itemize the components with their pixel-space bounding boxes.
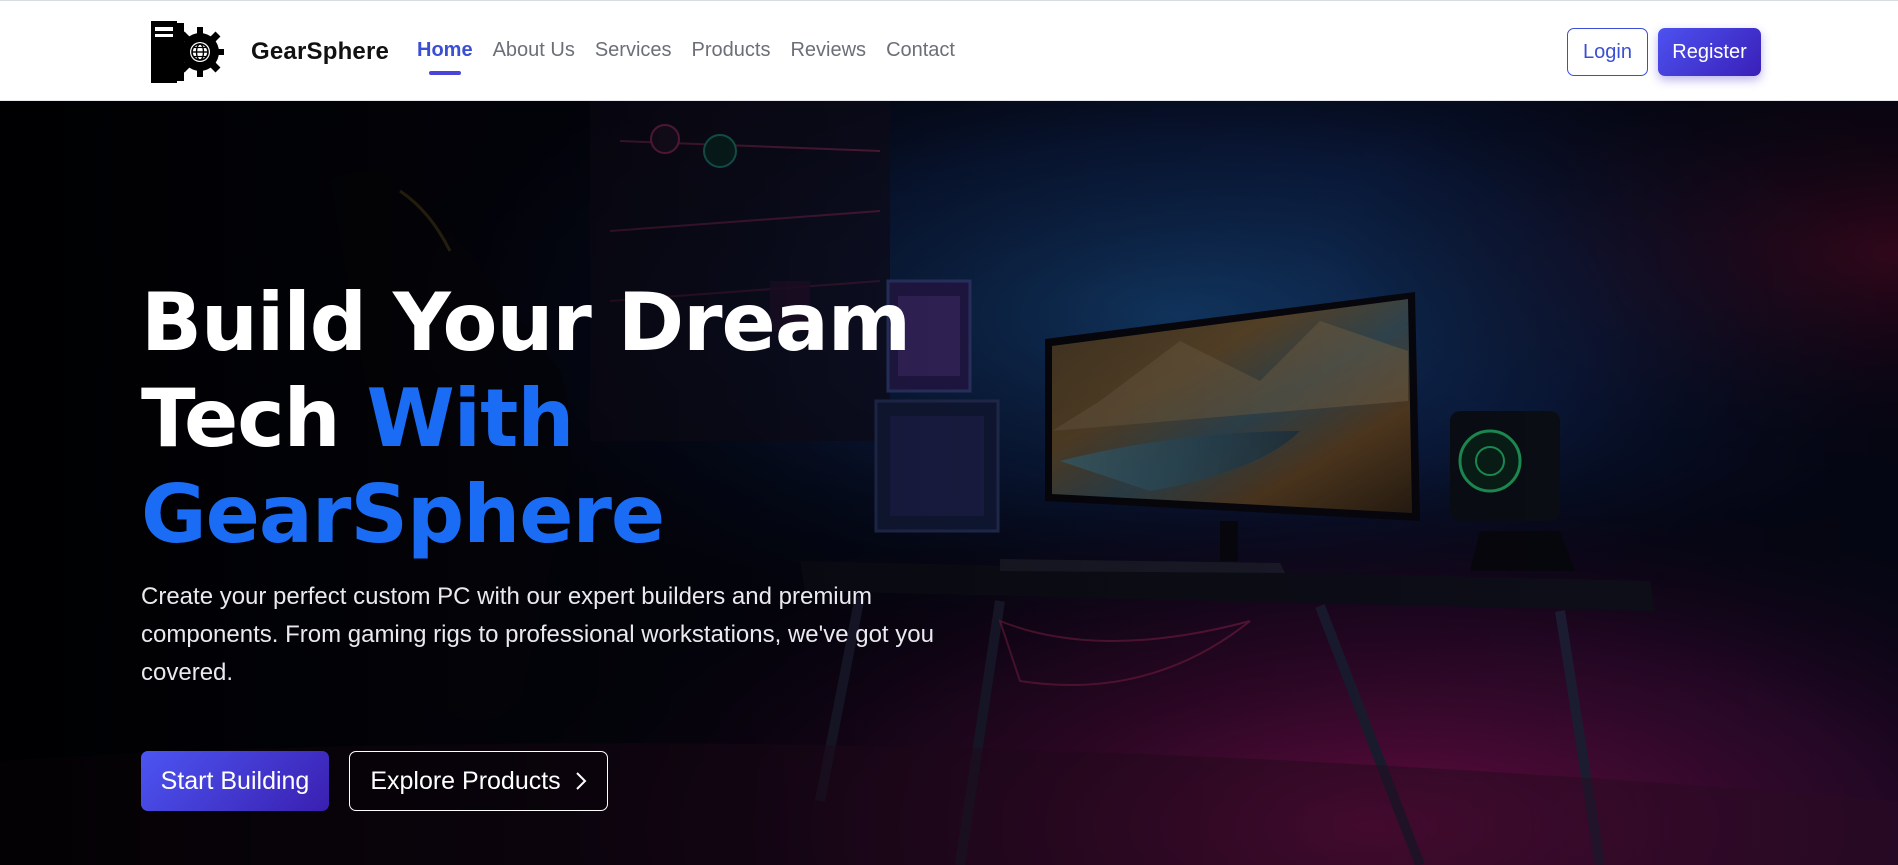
hero-title-line3-accent: GearSphere	[141, 468, 665, 561]
nav-reviews[interactable]: Reviews	[790, 39, 866, 62]
hero-title-line1: Build Your Dream	[141, 276, 911, 369]
active-nav-indicator	[429, 71, 461, 75]
explore-products-button[interactable]: Explore Products	[349, 751, 608, 811]
hero-section: Build Your Dream Tech With GearSphere Cr…	[0, 101, 1898, 865]
chevron-right-icon	[575, 772, 587, 790]
nav-services[interactable]: Services	[595, 39, 672, 62]
explore-products-label: Explore Products	[370, 766, 561, 795]
brand[interactable]: GearSphere	[150, 19, 389, 85]
nav-about-us[interactable]: About Us	[493, 39, 575, 62]
hero-title-line2-accent: With	[366, 372, 574, 465]
nav-products[interactable]: Products	[692, 39, 771, 62]
hero-description: Create your perfect custom PC with our e…	[141, 583, 934, 686]
nav-contact[interactable]: Contact	[886, 39, 955, 62]
register-button[interactable]: Register	[1658, 28, 1761, 76]
pc-tower-gear-globe-icon	[151, 21, 224, 83]
nav-home[interactable]: Home	[417, 39, 473, 75]
navbar: GearSphere Home About Us Services Produc…	[0, 0, 1898, 101]
hero-title: Build Your Dream Tech With GearSphere	[141, 275, 1041, 563]
nav-home-label: Home	[417, 39, 473, 61]
main-nav: Home About Us Services Products Reviews …	[417, 39, 975, 75]
login-button[interactable]: Login	[1567, 28, 1648, 76]
brand-name: GearSphere	[251, 38, 390, 65]
start-building-button[interactable]: Start Building	[141, 751, 329, 811]
hero-title-line2-white: Tech	[141, 372, 367, 465]
